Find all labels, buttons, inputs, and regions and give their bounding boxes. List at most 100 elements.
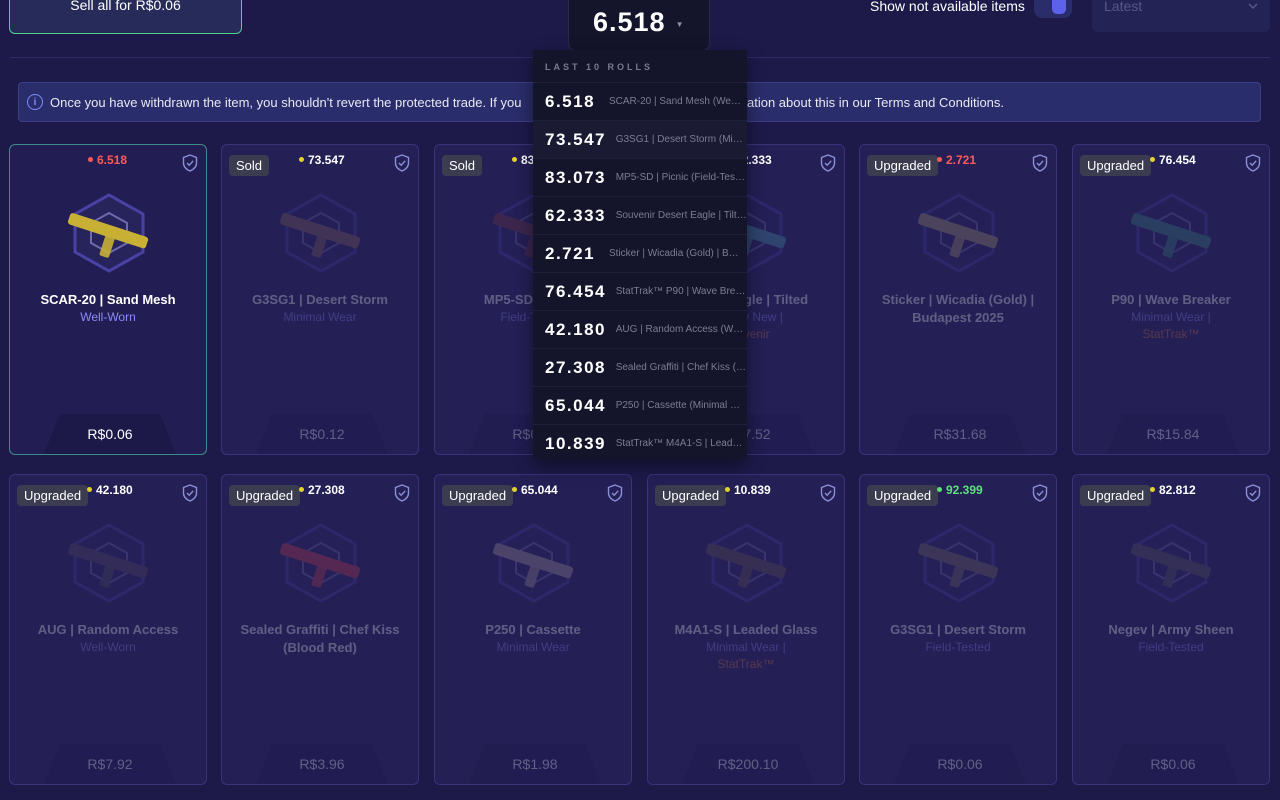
item-wear: Well-Worn (20, 309, 196, 326)
roll-value-text: 65.044 (521, 483, 558, 497)
roll-history-item-name: Sealed Graffiti | Chef Kiss (Blood Red) (615, 362, 747, 373)
item-card[interactable]: Upgraded 92.399 G3SG1 | Desert Storm Field-… (859, 474, 1057, 785)
item-name: Negev | Army Sheen (1108, 622, 1234, 637)
sort-select-value: Latest (1104, 0, 1143, 14)
status-badge: Sold (229, 155, 270, 176)
item-image (697, 513, 797, 613)
item-name: Sealed Graffiti | Chef Kiss (Blood Red) (240, 622, 400, 655)
status-badge: Upgraded (229, 485, 301, 506)
roll-history-row[interactable]: 73.547 G3SG1 | Desert Storm (Minimal Wear… (533, 120, 747, 158)
item-image (484, 513, 584, 613)
shield-check-icon[interactable] (182, 154, 198, 172)
item-price: R$0.06 (44, 414, 176, 454)
item-price: R$3.96 (256, 744, 388, 784)
roll-value-text: 92.399 (946, 483, 983, 497)
status-badge: Upgraded (1080, 155, 1152, 176)
item-wear-text: Field-Tested (925, 640, 991, 654)
item-wear-text: Minimal Wear (496, 640, 570, 654)
item-image (909, 513, 1009, 613)
roll-dot (937, 487, 942, 492)
item-card[interactable]: Upgraded 82.812 Negev | Army Sheen Field-Te… (1072, 474, 1270, 785)
sell-all-button[interactable]: Sell all for R$0.06 (9, 0, 242, 34)
item-card[interactable]: Upgraded 27.308 Sealed Graffiti | Chef Kis… (221, 474, 419, 785)
roll-history-row[interactable]: 76.454 StatTrak™ P90 | Wave Breaker (533, 272, 747, 310)
roll-history-item-name: Sticker | Wicadia (Gold) | Budapest 2025 (609, 248, 741, 259)
roll-history-row[interactable]: 83.073 MP5-SD | Picnic (Field-Tested) (533, 158, 747, 196)
roll-value-text: 2.721 (946, 153, 977, 167)
roll-history-row[interactable]: 10.839 StatTrak™ M4A1-S | Leaded Glass (533, 424, 747, 462)
last-rolls-list: 6.518 SCAR-20 | Sand Mesh (Well-Worn) 73.5… (533, 82, 747, 462)
item-image (59, 183, 159, 283)
roll-history-value: 73.547 (545, 129, 606, 149)
shield-check-icon[interactable] (1032, 484, 1048, 502)
item-card[interactable]: Sold 73.547 G3SG1 | Desert Storm Minimal We… (221, 144, 419, 455)
roll-value-text: 27.308 (308, 483, 345, 497)
roll-history-item-name: SCAR-20 | Sand Mesh (Well-Worn) (609, 96, 741, 107)
roll-value-text: 76.454 (1159, 153, 1196, 167)
roll-dot (1150, 157, 1155, 162)
roll-dot (725, 487, 730, 492)
item-price: R$0.06 (894, 744, 1026, 784)
current-roll-value: 6.518 (593, 7, 666, 37)
item-wear: Minimal Wear (445, 639, 621, 656)
roll-history-item-name: P250 | Cassette (Minimal Wear) (615, 400, 747, 411)
roll-history-item-name: G3SG1 | Desert Storm (Minimal Wear) (615, 134, 747, 145)
info-icon: i (27, 94, 43, 110)
item-card[interactable]: Upgraded 2.721 Sticker | Wicadia (Gold) | … (859, 144, 1057, 455)
item-card[interactable]: 6.518 SCAR-20 | Sand Mesh Well-Worn R$0.06 (9, 144, 207, 455)
roll-history-row[interactable]: 27.308 Sealed Graffiti | Chef Kiss (Blood… (533, 348, 747, 386)
item-card[interactable]: Upgraded 65.044 P250 | Cassette Minimal Wea… (434, 474, 632, 785)
roll-history-row[interactable]: 62.333 Souvenir Desert Eagle | Tilted (533, 196, 747, 234)
status-badge: Sold (442, 155, 483, 176)
item-wear-text: Minimal Wear (283, 310, 357, 324)
status-badge: Upgraded (867, 155, 939, 176)
roll-history-row[interactable]: 42.180 AUG | Random Access (Well-Worn) (533, 310, 747, 348)
roll-dot (87, 487, 92, 492)
info-banner-text-right: ation about this in our Terms and Condit… (747, 94, 1005, 110)
item-price: R$7.92 (44, 744, 176, 784)
roll-value-text: 10.839 (734, 483, 771, 497)
roll-value: 65.044 (512, 483, 558, 497)
roll-history-row[interactable]: 6.518 SCAR-20 | Sand Mesh (Well-Worn) (533, 82, 747, 120)
item-card[interactable]: Upgraded 42.180 AUG | Random Access Well-Wo… (9, 474, 207, 785)
roll-value: 76.454 (1150, 153, 1196, 167)
roll-value: 27.308 (299, 483, 345, 497)
shield-check-icon[interactable] (394, 154, 410, 172)
shield-check-icon[interactable] (1032, 154, 1048, 172)
item-stattrak: StatTrak™ (717, 657, 775, 671)
shield-check-icon[interactable] (182, 484, 198, 502)
roll-history-row[interactable]: 65.044 P250 | Cassette (Minimal Wear) (533, 386, 747, 424)
shield-check-icon[interactable] (1245, 154, 1261, 172)
shield-check-icon[interactable] (1245, 484, 1261, 502)
item-price: R$1.98 (469, 744, 601, 784)
item-wear-text: Minimal Wear | (706, 640, 786, 654)
item-image (271, 513, 371, 613)
sort-select[interactable]: Latest (1092, 0, 1270, 32)
show-unavailable-toggle[interactable] (1034, 0, 1072, 18)
roll-history-value: 76.454 (545, 281, 606, 301)
roll-history-value: 42.180 (545, 319, 606, 339)
roll-dot (512, 157, 517, 162)
shield-check-icon[interactable] (394, 484, 410, 502)
item-card[interactable]: Upgraded 10.839 M4A1-S | Leaded Glass Minim… (647, 474, 845, 785)
roll-value: 2.721 (937, 153, 976, 167)
item-name: SCAR-20 | Sand Mesh (40, 292, 176, 307)
item-name: P250 | Cassette (485, 622, 581, 637)
roll-dot (512, 487, 517, 492)
roll-history-item-name: AUG | Random Access (Well-Worn) (615, 324, 747, 335)
status-badge: Upgraded (655, 485, 727, 506)
item-price: R$0.06 (1107, 744, 1239, 784)
shield-check-icon[interactable] (820, 484, 836, 502)
show-unavailable-label: Show not available items (870, 0, 1025, 14)
item-price: R$200.10 (682, 744, 814, 784)
roll-history-item-name: StatTrak™ P90 | Wave Breaker (615, 286, 747, 297)
item-card[interactable]: Upgraded 76.454 P90 | Wave Breaker Minimal … (1072, 144, 1270, 455)
roll-history-value: 83.073 (545, 167, 606, 187)
item-price: R$0.12 (256, 414, 388, 454)
shield-check-icon[interactable] (820, 154, 836, 172)
last-rolls-trigger[interactable]: 6.518 ▼ (568, 0, 710, 51)
shield-check-icon[interactable] (607, 484, 623, 502)
chevron-down-icon: ▼ (675, 20, 684, 29)
chevron-down-icon (1248, 0, 1258, 32)
roll-history-row[interactable]: 2.721 Sticker | Wicadia (Gold) | Budapest… (533, 234, 747, 272)
